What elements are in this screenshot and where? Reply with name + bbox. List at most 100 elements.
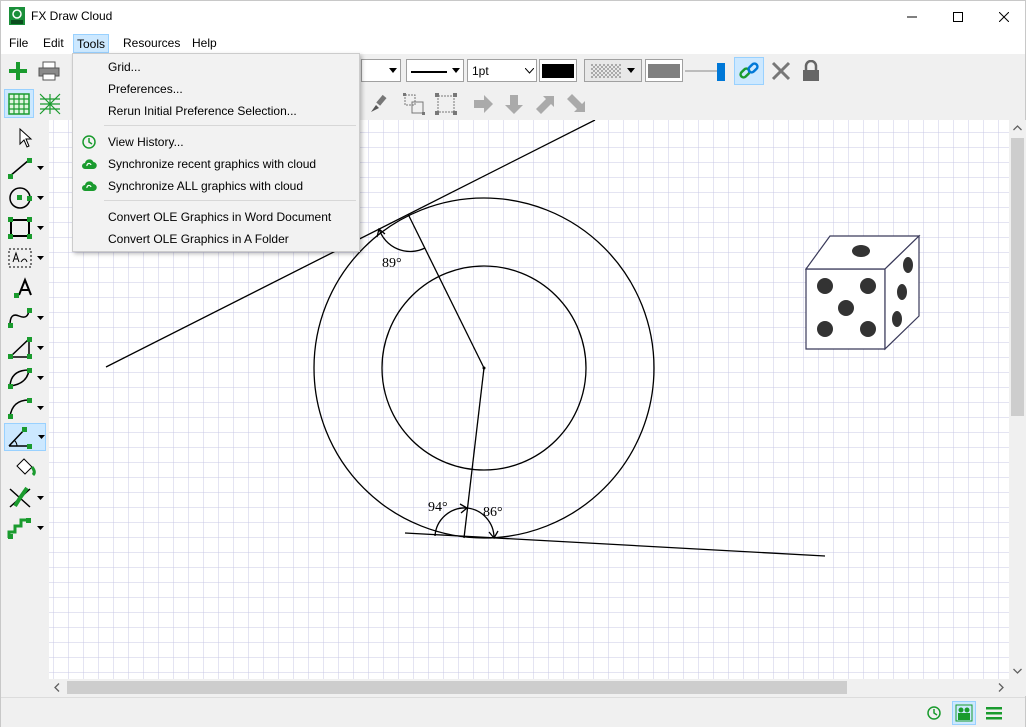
menu-item-sync-recent-label: Synchronize recent graphics with cloud bbox=[108, 157, 317, 171]
send-backward-button[interactable] bbox=[501, 91, 527, 117]
menu-item-sync-recent[interactable]: Synchronize recent graphics with cloud bbox=[75, 153, 357, 175]
slider-thumb[interactable] bbox=[717, 63, 725, 81]
maximize-button[interactable] bbox=[935, 1, 981, 32]
text-box-icon bbox=[8, 248, 32, 268]
menu-item-convert-word[interactable]: Convert OLE Graphics in Word Document bbox=[75, 206, 357, 228]
angle-label-top[interactable]: 89° bbox=[382, 256, 402, 271]
menu-lines-button[interactable] bbox=[983, 703, 1005, 723]
unlink-icon bbox=[771, 61, 791, 81]
menu-item-view-history-label: View History... bbox=[108, 135, 184, 149]
select-tool[interactable] bbox=[4, 124, 46, 152]
menu-item-preferences[interactable]: Preferences... bbox=[75, 78, 357, 100]
menu-item-grid[interactable]: Grid... bbox=[75, 56, 357, 78]
scroll-up-icon[interactable] bbox=[1009, 120, 1026, 137]
history-button[interactable] bbox=[923, 703, 945, 723]
curve-tool[interactable] bbox=[4, 304, 46, 332]
group-button[interactable] bbox=[401, 91, 427, 117]
chevron-down-icon bbox=[627, 68, 635, 73]
scrollbar-corner bbox=[1009, 679, 1026, 696]
people-icon bbox=[955, 704, 973, 722]
paint-bucket-icon bbox=[16, 458, 36, 477]
menu-item-view-history[interactable]: View History... bbox=[75, 131, 357, 153]
stairs-icon bbox=[7, 518, 31, 539]
menu-tools[interactable]: Tools bbox=[73, 34, 110, 53]
ungroup-icon bbox=[435, 93, 457, 115]
link-button[interactable] bbox=[734, 57, 764, 85]
chevron-down-icon bbox=[37, 196, 44, 200]
vertical-scroll-thumb[interactable] bbox=[1011, 138, 1024, 416]
isometric-grid-icon bbox=[39, 93, 61, 115]
new-button[interactable] bbox=[5, 58, 31, 84]
fill-pattern-combo[interactable] bbox=[584, 59, 642, 82]
arc-tool[interactable] bbox=[4, 394, 46, 422]
fill-color-swatch bbox=[648, 63, 680, 78]
angle-label-bottom-left[interactable]: 94° bbox=[428, 500, 448, 515]
dice-graphic[interactable] bbox=[804, 234, 921, 351]
minimize-icon bbox=[907, 16, 917, 17]
bring-to-front-button[interactable] bbox=[532, 91, 558, 117]
style-combo[interactable] bbox=[361, 59, 401, 82]
tools-dropdown-menu: Grid... Preferences... Rerun Initial Pre… bbox=[72, 53, 360, 252]
iso-grid-button[interactable] bbox=[36, 90, 64, 118]
menu-file[interactable]: File bbox=[6, 34, 31, 53]
text-tool[interactable] bbox=[4, 274, 46, 302]
pattern-icon bbox=[591, 63, 621, 78]
cloud-sync-icon bbox=[82, 181, 97, 192]
stairs-tool[interactable] bbox=[4, 514, 46, 542]
angle-tool[interactable] bbox=[4, 423, 46, 451]
print-button[interactable] bbox=[36, 58, 62, 84]
horizontal-scroll-thumb[interactable] bbox=[67, 681, 847, 694]
angle-label-bottom-right[interactable]: 86° bbox=[483, 505, 503, 520]
text-box-tool[interactable] bbox=[4, 244, 46, 272]
menu-item-convert-folder-label: Convert OLE Graphics in A Folder bbox=[108, 232, 289, 246]
circle-icon bbox=[9, 187, 32, 209]
opacity-slider[interactable] bbox=[685, 63, 729, 81]
line-width-combo[interactable]: 1pt bbox=[467, 59, 537, 82]
chevron-down-icon bbox=[37, 346, 44, 350]
send-to-back-button[interactable] bbox=[563, 91, 589, 117]
community-button[interactable] bbox=[952, 701, 976, 725]
lock-button[interactable] bbox=[797, 58, 825, 84]
chevron-down-icon bbox=[37, 226, 44, 230]
scroll-left-icon[interactable] bbox=[49, 679, 66, 696]
chevron-down-icon bbox=[37, 406, 44, 410]
scroll-right-icon[interactable] bbox=[992, 679, 1009, 696]
circle-tool[interactable] bbox=[4, 184, 46, 212]
scroll-down-icon[interactable] bbox=[1009, 662, 1026, 679]
format-painter-button[interactable] bbox=[365, 91, 391, 117]
chevron-down-icon bbox=[524, 67, 534, 74]
minimize-button[interactable] bbox=[889, 1, 935, 32]
line-style-combo[interactable] bbox=[406, 59, 464, 82]
menu-separator bbox=[104, 200, 356, 201]
app-logo-icon bbox=[9, 7, 25, 25]
rectangle-icon bbox=[8, 217, 32, 239]
ungroup-button[interactable] bbox=[433, 91, 459, 117]
fill-color-button[interactable] bbox=[645, 59, 683, 82]
chevron-down-icon bbox=[37, 526, 44, 530]
menu-item-rerun-preferences[interactable]: Rerun Initial Preference Selection... bbox=[75, 100, 357, 122]
menu-bar: File Edit Tools Resources Help bbox=[1, 32, 1025, 54]
menu-item-sync-all[interactable]: Synchronize ALL graphics with cloud bbox=[75, 175, 357, 197]
arc-shape-tool[interactable] bbox=[4, 364, 46, 392]
status-bar bbox=[1, 697, 1025, 727]
menu-item-convert-folder[interactable]: Convert OLE Graphics in A Folder bbox=[75, 228, 357, 250]
plus-icon bbox=[9, 62, 27, 80]
menu-edit[interactable]: Edit bbox=[40, 34, 67, 53]
fill-tool[interactable] bbox=[4, 454, 46, 482]
menu-resources[interactable]: Resources bbox=[120, 34, 183, 53]
horizontal-scrollbar[interactable] bbox=[49, 679, 1009, 696]
bring-forward-button[interactable] bbox=[470, 91, 496, 117]
close-button[interactable] bbox=[981, 1, 1026, 32]
line-tool[interactable] bbox=[4, 154, 46, 182]
grid-toggle-button[interactable] bbox=[4, 89, 34, 118]
line-color-button[interactable] bbox=[539, 59, 577, 82]
intersection-tool[interactable] bbox=[4, 484, 46, 512]
unlink-button[interactable] bbox=[767, 58, 795, 84]
chevron-down-icon bbox=[37, 256, 44, 260]
rectangle-tool[interactable] bbox=[4, 214, 46, 242]
polygon-tool[interactable] bbox=[4, 334, 46, 362]
vertical-scrollbar[interactable] bbox=[1009, 120, 1026, 679]
chevron-down-icon bbox=[37, 496, 44, 500]
lock-icon bbox=[803, 60, 819, 81]
menu-help[interactable]: Help bbox=[189, 34, 220, 53]
